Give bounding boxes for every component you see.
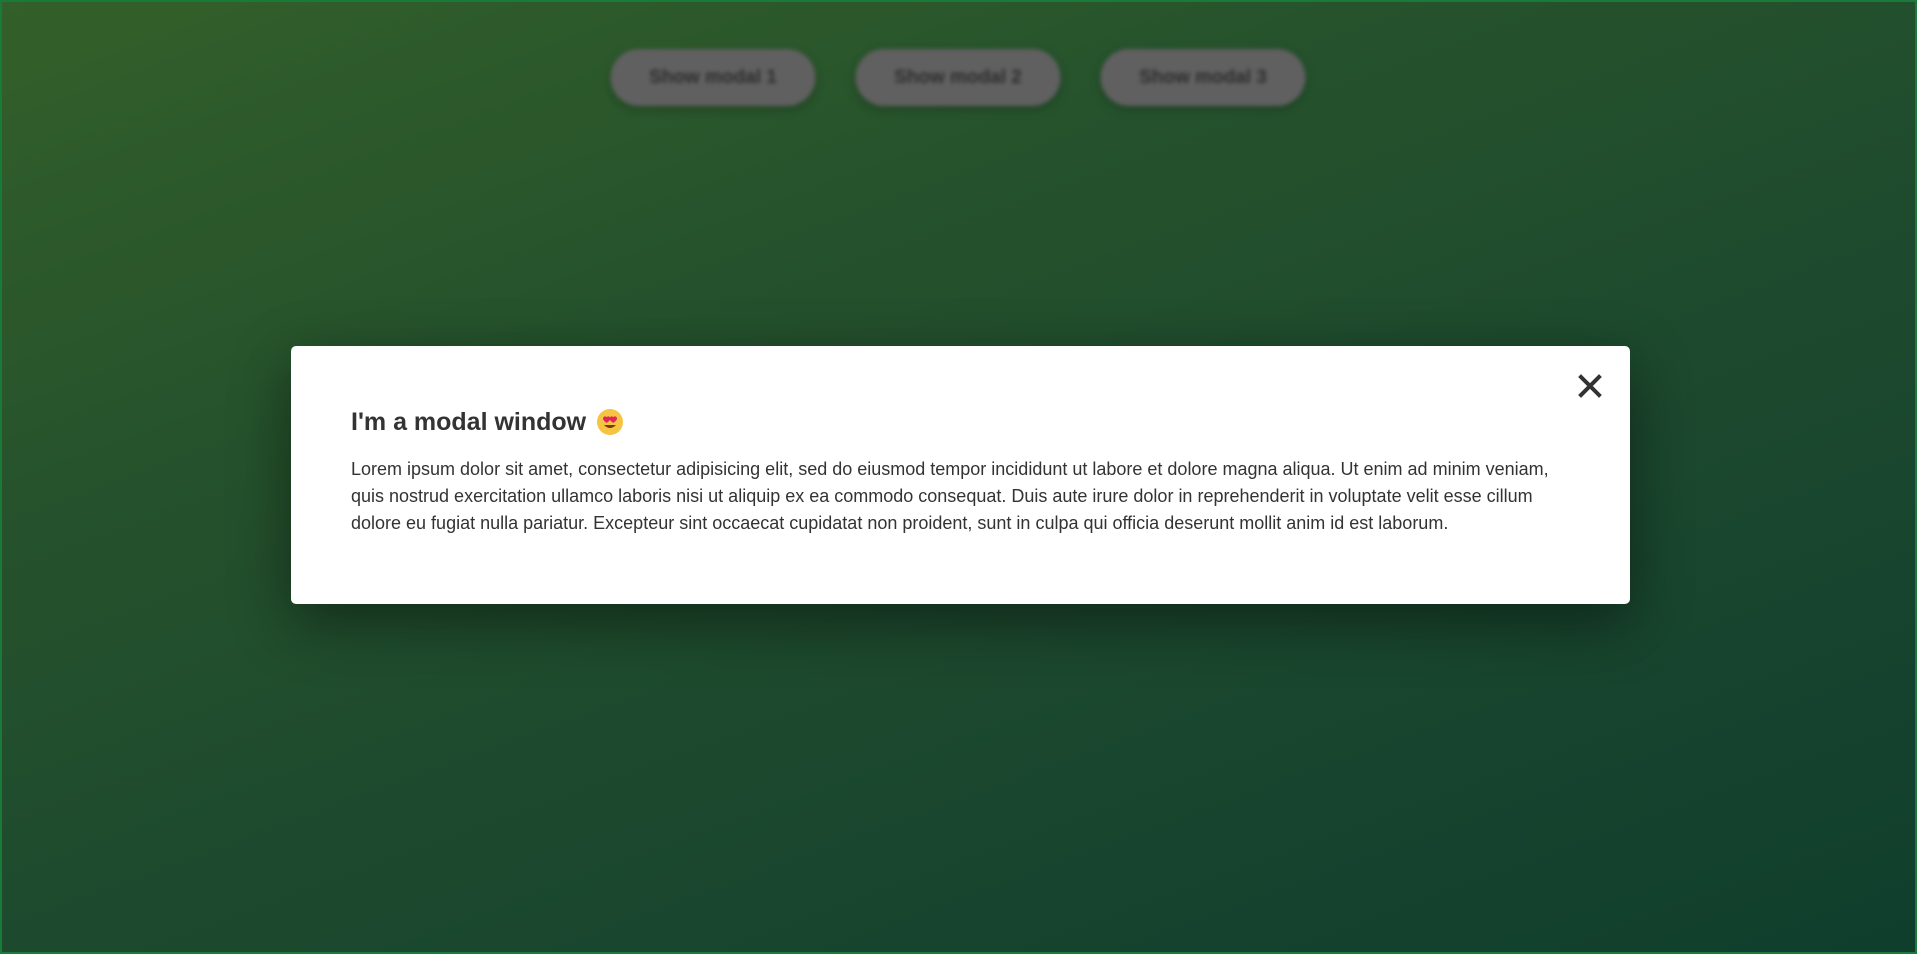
close-icon[interactable] bbox=[1570, 366, 1610, 406]
modal-window: I'm a modal window Lorem ipsum dolor sit… bbox=[291, 346, 1630, 604]
modal-title: I'm a modal window bbox=[351, 406, 1570, 438]
modal-body-text: Lorem ipsum dolor sit amet, consectetur … bbox=[351, 459, 1549, 533]
page: Show modal 1 Show modal 2 Show modal 3 I… bbox=[2, 2, 1915, 952]
modal-title-text: I'm a modal window bbox=[351, 408, 587, 436]
heart-eyes-emoji-icon bbox=[596, 408, 624, 436]
